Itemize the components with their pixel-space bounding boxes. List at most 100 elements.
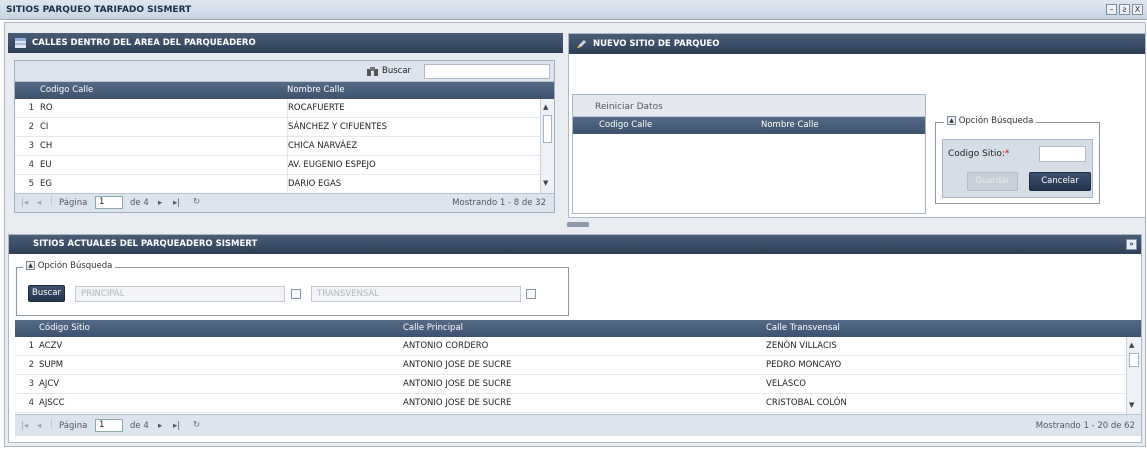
calles-pager: |◂ ◂ | Página 1 de 4 ▸ ▸| ↻ Mostrando 1 … (15, 193, 554, 212)
row-number: 3 (28, 379, 34, 389)
cell-calle-principal: ANTONIO JOSE DE SUCRE (403, 360, 512, 370)
sitios-panel: SITIOS ACTUALES DEL PARQUEADERO SISMERT … (8, 234, 1142, 443)
transversal-checkbox[interactable] (526, 289, 536, 299)
prev-page-icon[interactable]: ◂ (37, 421, 41, 431)
cell-calle-transversal: CRISTOBAL COLÓN (766, 398, 847, 408)
grid-icon (15, 38, 26, 48)
row-number: 1 (28, 341, 34, 351)
col-nombre-calle[interactable]: Nombre Calle (761, 117, 819, 134)
last-page-icon[interactable]: ▸| (173, 198, 180, 208)
sitios-search-fieldset: ▲ Opción Búsqueda Buscar PRINCIPAL TRANS… (16, 261, 569, 316)
col-codigo-sitio[interactable]: Código Sitio (39, 320, 90, 337)
row-number: 2 (28, 122, 34, 132)
cell-nombre-calle: CHICA NARVÁEZ (287, 137, 357, 155)
close-button[interactable]: X (1132, 4, 1143, 15)
table-row[interactable]: 4 AJSCC ANTONIO JOSE DE SUCRE CRISTOBAL COL… (15, 394, 1125, 413)
binoculars-icon (367, 67, 378, 76)
calles-grid-body: 1 RO ROCAFUERTE 2 CI SÁNCHEZ Y CIFUENTES 3 CH CH… (15, 99, 554, 193)
row-number: 2 (28, 360, 34, 370)
scroll-thumb[interactable] (543, 115, 552, 143)
nuevo-toolbar: Reiniciar Datos (573, 95, 925, 117)
cell-nombre-calle: ROCAFUERTE (287, 99, 345, 117)
nuevo-sitio-panel: NUEVO SITIO DE PARQUEO Reiniciar Datos C… (568, 33, 1146, 218)
reset-data-button[interactable]: Reiniciar Datos (595, 102, 663, 112)
minimize-button[interactable]: – (1106, 4, 1117, 15)
scroll-up-icon[interactable]: ▲ (543, 103, 548, 111)
sitios-grid-body: 1 ACZV ANTONIO CORDERO ZENÓN VILLACIS 2 SUPM A… (15, 337, 1141, 414)
codigo-sitio-label: Codigo Sitio:* (948, 149, 1010, 159)
calles-paging-info: Mostrando 1 - 8 de 32 (452, 198, 546, 208)
first-page-icon[interactable]: |◂ (21, 421, 28, 431)
last-page-icon[interactable]: ▸| (173, 421, 180, 431)
cell-nombre-calle: DARIO EGAS (287, 175, 341, 193)
collapse-panel-icon[interactable]: » (1126, 239, 1137, 250)
next-page-icon[interactable]: ▸ (158, 198, 162, 208)
page-number-input[interactable]: 1 (95, 196, 123, 209)
window-title: SITIOS PARQUEO TARIFADO SISMERT (6, 5, 192, 15)
codigo-sitio-form: Codigo Sitio:* Guardar Cancelar (942, 139, 1093, 198)
sitios-grid: Código Sitio Calle Principal Calle Trans… (15, 320, 1141, 441)
save-button[interactable]: Guardar (967, 172, 1018, 191)
nuevo-panel-header: NUEVO SITIO DE PARQUEO (569, 34, 1145, 54)
codigo-sitio-input[interactable] (1039, 146, 1086, 162)
scroll-down-icon[interactable]: ▼ (543, 179, 548, 187)
sitios-scrollbar[interactable]: ▲ ▼ (1126, 337, 1141, 414)
scroll-thumb[interactable] (1129, 353, 1139, 367)
calles-search-input[interactable] (424, 64, 550, 79)
page-number-input[interactable]: 1 (95, 419, 123, 432)
scroll-down-icon[interactable]: ▼ (1129, 401, 1134, 409)
sitios-paging-info: Mostrando 1 - 20 de 62 (1035, 421, 1135, 431)
cell-codigo-sitio: SUPM (39, 360, 64, 370)
table-row[interactable]: 3 CH CHICA NARVÁEZ (15, 137, 540, 156)
page-label: Página (59, 421, 88, 431)
calles-scrollbar[interactable]: ▲ ▼ (540, 99, 554, 193)
cancel-button[interactable]: Cancelar (1029, 172, 1091, 191)
transversal-input[interactable]: TRANSVENSAL (311, 286, 521, 302)
col-calle-principal[interactable]: Calle Principal (403, 320, 463, 337)
refresh-icon[interactable]: ↻ (193, 197, 200, 207)
table-row[interactable]: 5 EG DARIO EGAS (15, 175, 540, 193)
table-row[interactable]: 3 AJCV ANTONIO JOSE DE SUCRE VELASCO (15, 375, 1125, 394)
row-number: 4 (28, 160, 34, 170)
principal-checkbox[interactable] (291, 289, 301, 299)
row-number: 1 (28, 103, 34, 113)
cell-calle-principal: ANTONIO JOSE DE SUCRE (403, 398, 512, 408)
refresh-icon[interactable]: ↻ (193, 420, 200, 430)
page-count: de 4 (130, 421, 149, 431)
table-row[interactable]: 2 SUPM ANTONIO JOSE DE SUCRE PEDRO MONCAYO (15, 356, 1125, 375)
nuevo-grid-header: Codigo Calle Nombre Calle (573, 117, 925, 134)
row-number: 4 (28, 398, 34, 408)
col-codigo-calle[interactable]: Codigo Calle (40, 82, 93, 99)
row-number: 5 (28, 179, 34, 189)
calles-search-label: Buscar (382, 66, 412, 76)
next-page-icon[interactable]: ▸ (158, 421, 162, 431)
collapse-icon[interactable]: ▲ (947, 116, 956, 125)
sitios-search-legend: ▲ Opción Búsqueda (23, 261, 116, 271)
principal-input[interactable]: PRINCIPAL (75, 286, 285, 302)
col-codigo-calle[interactable]: Codigo Calle (599, 117, 652, 134)
splitter-handle[interactable] (567, 222, 589, 227)
collapse-icon[interactable]: ▲ (26, 261, 35, 270)
first-page-icon[interactable]: |◂ (21, 198, 28, 208)
scroll-up-icon[interactable]: ▲ (1129, 341, 1134, 349)
table-row[interactable]: 1 ACZV ANTONIO CORDERO ZENÓN VILLACIS (15, 337, 1125, 356)
calles-toolbar: Buscar (15, 61, 554, 82)
window-titlebar: SITIOS PARQUEO TARIFADO SISMERT – ƨ X (0, 0, 1147, 20)
buscar-button[interactable]: Buscar (28, 285, 65, 302)
table-row[interactable]: 1 RO ROCAFUERTE (15, 99, 540, 118)
prev-page-icon[interactable]: ◂ (37, 198, 41, 208)
col-calle-transversal[interactable]: Calle Transvensal (766, 320, 840, 337)
opcion-busqueda-fieldset: ▲ Opción Búsqueda Codigo Sitio:* Guardar… (935, 116, 1100, 204)
calles-panel-title: CALLES DENTRO DEL AREA DEL PARQUEADERO (32, 38, 256, 48)
sitios-grid-header: Código Sitio Calle Principal Calle Trans… (15, 320, 1141, 337)
restore-button[interactable]: ƨ (1119, 4, 1130, 15)
calles-panel: CALLES DENTRO DEL AREA DEL PARQUEADERO B… (8, 33, 563, 218)
cell-codigo-sitio: AJCV (39, 379, 60, 389)
table-row[interactable]: 2 CI SÁNCHEZ Y CIFUENTES (15, 118, 540, 137)
nuevo-panel-title: NUEVO SITIO DE PARQUEO (593, 39, 720, 49)
col-nombre-calle[interactable]: Nombre Calle (287, 82, 345, 99)
sitios-pager: |◂ ◂ | Página 1 de 4 ▸ ▸| ↻ Mostrando 1 … (15, 414, 1141, 436)
opcion-busqueda-legend: ▲ Opción Búsqueda (944, 116, 1037, 126)
cell-codigo-calle: EU (40, 160, 52, 170)
table-row[interactable]: 4 EU AV. EUGENIO ESPEJO (15, 156, 540, 175)
